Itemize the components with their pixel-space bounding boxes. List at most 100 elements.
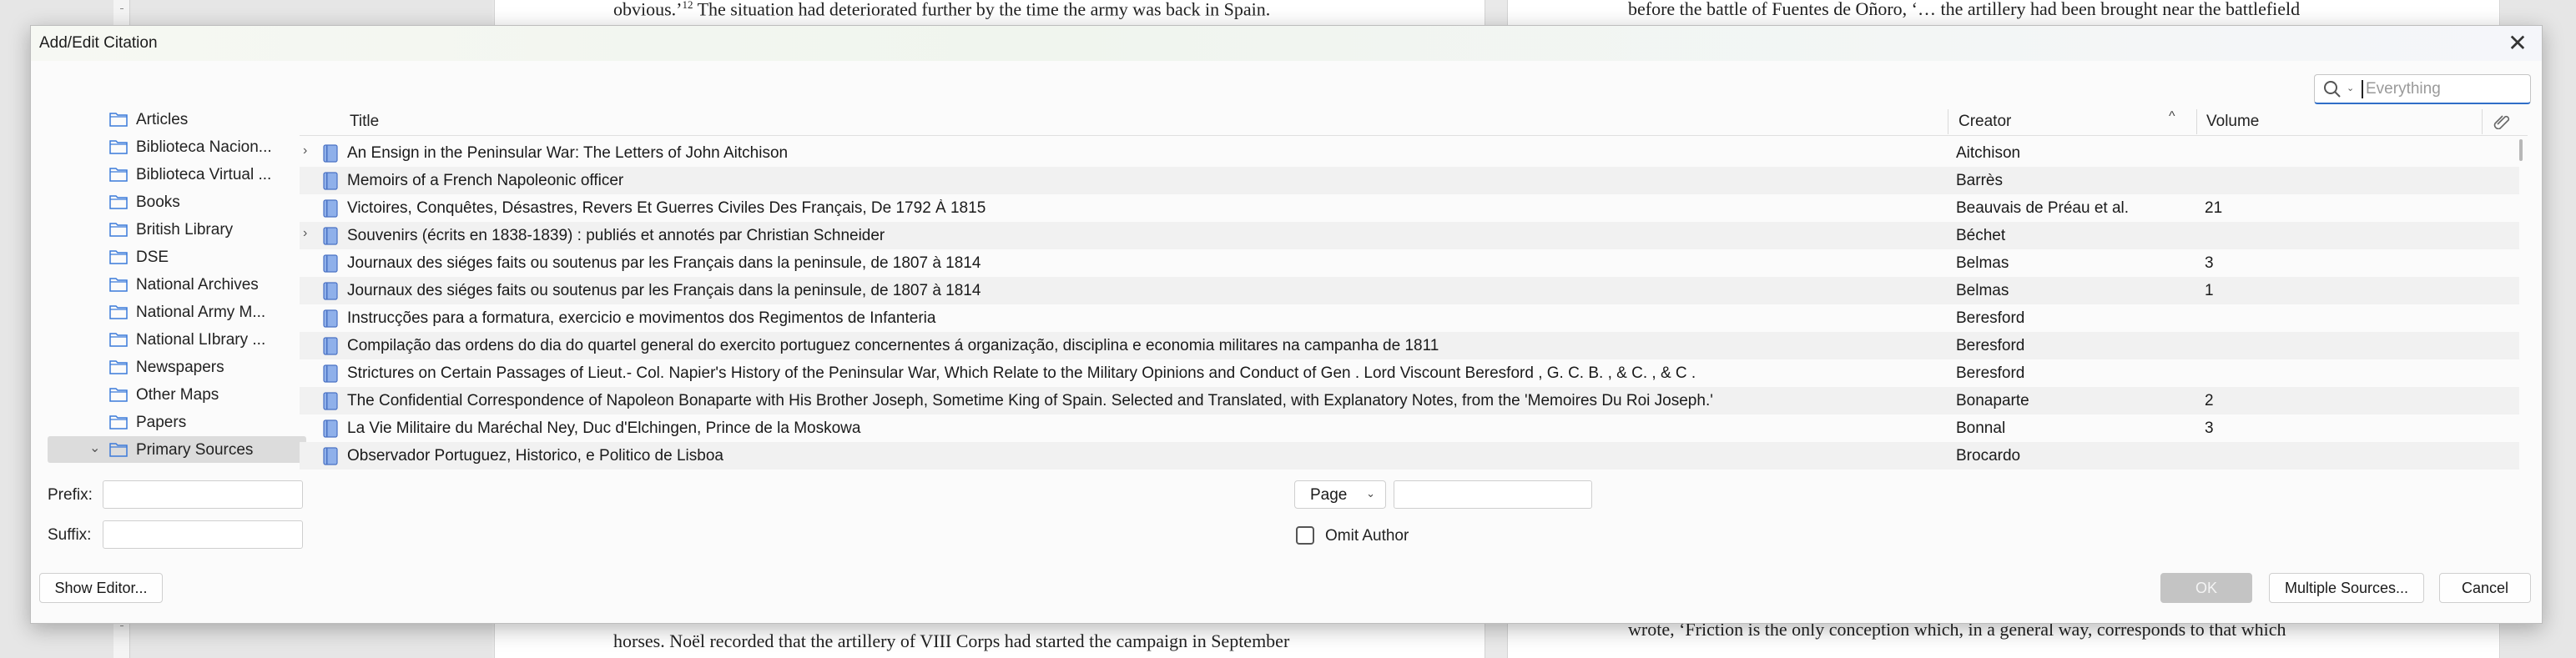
- collection-label: Other Maps: [136, 386, 219, 404]
- collection-item[interactable]: National LIbrary ...: [48, 326, 306, 353]
- collection-label: Articles: [136, 111, 189, 128]
- table-row[interactable]: Instrucções para a formatura, exercicio …: [300, 304, 2519, 332]
- cell-creator: Béchet: [1956, 227, 2006, 244]
- collection-item[interactable]: Articles: [48, 106, 306, 133]
- table-row[interactable]: Journaux des siéges faits ou soutenus pa…: [300, 249, 2519, 277]
- prefix-field[interactable]: [103, 480, 303, 509]
- book-icon: [323, 419, 338, 438]
- collection-item[interactable]: Newspapers: [48, 354, 306, 380]
- book-icon: [323, 282, 338, 300]
- collection-label: National Archives: [136, 276, 259, 294]
- search-box[interactable]: ⌄: [2314, 74, 2531, 104]
- cell-title: Souvenirs (écrits en 1838-1839) : publié…: [347, 227, 885, 244]
- collection-item[interactable]: Papers: [48, 409, 306, 435]
- table-row[interactable]: The Confidential Correspondence of Napol…: [300, 387, 2519, 414]
- collection-label: Biblioteca Virtual ...: [136, 166, 272, 183]
- table-row[interactable]: › Souvenirs (écrits en 1838-1839) : publi…: [300, 222, 2519, 249]
- table-row[interactable]: Victoires, Conquêtes, Désastres, Revers …: [300, 194, 2519, 222]
- search-input[interactable]: [2362, 80, 2524, 98]
- folder-icon: [109, 386, 128, 402]
- table-scrollbar[interactable]: [2519, 139, 2523, 161]
- collection-item[interactable]: Other Maps: [48, 381, 306, 408]
- folder-icon: [109, 193, 128, 209]
- collection-label: Primary Sources: [136, 441, 254, 459]
- suffix-input[interactable]: [103, 521, 302, 548]
- collection-item[interactable]: National Army M...: [48, 299, 306, 325]
- chevron-down-icon: ⌄: [1366, 487, 1375, 500]
- cell-creator: Beresford: [1956, 364, 2025, 382]
- doc-line-p1-top: obvious.’12 The situation had deteriorat…: [613, 0, 1271, 20]
- folder-icon: [109, 331, 128, 347]
- folder-icon: [109, 111, 128, 127]
- locator-input[interactable]: [1394, 481, 1591, 508]
- collection-label: Biblioteca Nacion...: [136, 138, 272, 156]
- cell-creator: Bonnal: [1956, 419, 2006, 437]
- collection-item[interactable]: Books: [48, 188, 306, 215]
- collection-label: British Library: [136, 221, 234, 239]
- locator-type-select[interactable]: Page ⌄: [1294, 480, 1386, 509]
- cell-volume: 2: [2205, 392, 2214, 409]
- table-header: Title Creator ^ Volume: [300, 106, 2528, 136]
- collection-label: National Army M...: [136, 304, 266, 321]
- collection-item[interactable]: Biblioteca Nacion...: [48, 133, 306, 160]
- column-header-volume[interactable]: Volume: [2206, 113, 2259, 131]
- cell-title: Journaux des siéges faits ou soutenus pa…: [347, 282, 981, 299]
- collection-item[interactable]: British Library: [48, 216, 306, 243]
- cell-creator: Beresford: [1956, 337, 2025, 354]
- cell-volume: 21: [2205, 199, 2223, 217]
- omit-author-checkbox[interactable]: [1296, 526, 1314, 545]
- cell-creator: Belmas: [1956, 282, 2009, 299]
- multiple-sources-button[interactable]: Multiple Sources...: [2269, 573, 2424, 603]
- table-row[interactable]: Memoirs of a French Napoleonic officer Ba…: [300, 167, 2519, 194]
- close-icon: ✕: [2508, 30, 2528, 56]
- cancel-button[interactable]: Cancel: [2439, 573, 2531, 603]
- collection-item[interactable]: DSE: [48, 244, 306, 270]
- column-header-title[interactable]: Title: [350, 113, 379, 131]
- cell-volume: 1: [2205, 282, 2214, 299]
- cell-creator: Beauvais de Préau et al.: [1956, 199, 2130, 217]
- collection-item[interactable]: Biblioteca Virtual ...: [48, 161, 306, 188]
- cell-title: Strictures on Certain Passages of Lieut.…: [347, 364, 1696, 382]
- cell-creator: Aitchison: [1956, 144, 2021, 162]
- column-header-creator[interactable]: Creator: [1958, 113, 2011, 131]
- cell-creator: Brocardo: [1956, 447, 2021, 465]
- chevron-down-icon[interactable]: ⌄: [89, 440, 100, 456]
- sort-ascending-icon: ^: [2169, 109, 2175, 123]
- search-mode-chevron-icon[interactable]: ⌄: [2347, 83, 2354, 93]
- show-editor-button[interactable]: Show Editor...: [39, 573, 163, 603]
- table-row[interactable]: Observador Portuguez, Historico, e Polit…: [300, 442, 2519, 470]
- folder-icon: [109, 166, 128, 182]
- collection-item[interactable]: ⌄ Primary Sources: [48, 436, 306, 463]
- table-row[interactable]: › An Ensign in the Peninsular War: The Le…: [300, 139, 2519, 167]
- omit-author-label[interactable]: Omit Author: [1325, 527, 1409, 545]
- book-icon: [323, 254, 338, 273]
- suffix-field[interactable]: [103, 520, 303, 549]
- suffix-label: Suffix:: [48, 526, 92, 544]
- prefix-input[interactable]: [103, 481, 302, 508]
- book-icon: [323, 172, 338, 190]
- table-row[interactable]: La Vie Militaire du Maréchal Ney, Duc d'…: [300, 414, 2519, 442]
- table-row[interactable]: Compilação das ordens do dia do quartel …: [300, 332, 2519, 359]
- folder-icon: [109, 359, 128, 374]
- doc-line-p1-bottom: horses. Noël recorded that the artillery…: [613, 630, 1290, 651]
- close-button[interactable]: ✕: [2505, 31, 2530, 56]
- add-edit-citation-dialog: Add/Edit Citation ✕ ⌄ Articles Biblioteca…: [30, 25, 2543, 624]
- ok-button[interactable]: OK: [2160, 573, 2252, 603]
- chevron-right-icon[interactable]: ›: [303, 143, 307, 158]
- column-divider[interactable]: [2196, 109, 2197, 134]
- collection-label: Papers: [136, 414, 187, 431]
- attachment-icon[interactable]: [2493, 113, 2513, 129]
- book-icon: [323, 447, 338, 465]
- dialog-title: Add/Edit Citation: [39, 34, 158, 52]
- chevron-right-icon[interactable]: ›: [303, 226, 307, 241]
- column-divider[interactable]: [2482, 109, 2483, 134]
- collection-item[interactable]: National Archives: [48, 271, 306, 298]
- book-icon: [323, 392, 338, 410]
- collections-tree: Articles Biblioteca Nacion... Biblioteca V…: [48, 106, 315, 498]
- locator-field[interactable]: [1394, 480, 1592, 509]
- folder-icon: [109, 276, 128, 292]
- cell-volume: 3: [2205, 254, 2214, 272]
- table-row[interactable]: Journaux des siéges faits ou soutenus pa…: [300, 277, 2519, 304]
- table-row[interactable]: Strictures on Certain Passages of Lieut.…: [300, 359, 2519, 387]
- locator-type-value: Page: [1310, 486, 1348, 504]
